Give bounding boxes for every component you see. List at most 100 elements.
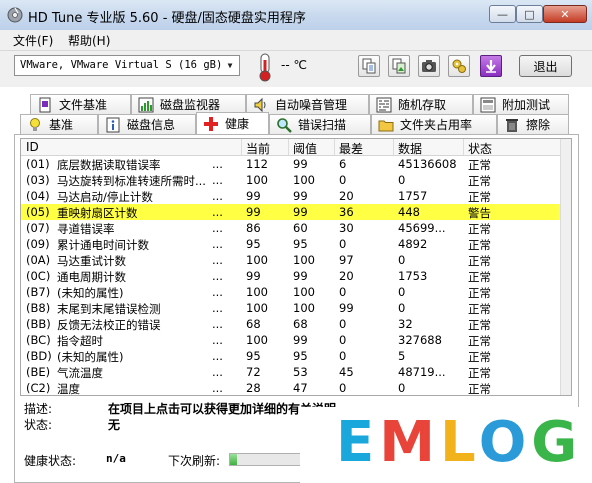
chevron-down-icon[interactable]: ▼ (222, 57, 238, 74)
attr-name: 气流温度 (57, 366, 103, 380)
window-title: HD Tune 专业版 5.60 - 硬盘/固态硬盘实用程序 (28, 11, 306, 26)
table-row[interactable]: (0C) 通电周期计数 ... 99 99 20 1753 正常 (21, 268, 561, 284)
table-scrollbar[interactable] (560, 139, 571, 395)
table-row[interactable]: (B7) (未知的属性) ... 100 100 0 0 正常 (21, 284, 561, 300)
column-header-data[interactable]: 数据 (398, 140, 422, 157)
attr-data: 0 (398, 173, 406, 187)
column-divider (393, 139, 394, 155)
health-status-label: 健康状态: (24, 454, 77, 468)
attr-current: 100 (246, 285, 268, 299)
attr-current: 86 (246, 221, 261, 235)
smart-attributes-table[interactable]: ID 当前 阈值 最差 数据 状态 (01) 底层数据读取错误率 ... 112… (20, 138, 572, 396)
magnifier-icon (277, 117, 292, 133)
table-row[interactable]: (03) 马达旋转到标准转速所需时... ... 100 100 0 0 正常 (21, 172, 561, 188)
attr-more: ... (212, 221, 223, 235)
options-button[interactable] (448, 55, 470, 77)
attr-data: 327688 (398, 333, 442, 347)
attr-status: 正常 (468, 350, 491, 364)
tab-error-scan[interactable]: 错误扫描 (269, 114, 371, 134)
tab-disk-info[interactable]: 磁盘信息 (98, 114, 196, 134)
tab-label: 健康 (225, 117, 250, 131)
attr-data: 32 (398, 317, 413, 331)
tab-health[interactable]: 健康 (196, 112, 269, 134)
attr-threshold: 99 (293, 157, 308, 171)
menu-file[interactable]: 文件(F) (13, 32, 53, 49)
tab-extra-tests[interactable]: 附加测试 (473, 94, 569, 114)
tab-label: 擦除 (526, 118, 551, 132)
title-bar: HD Tune 专业版 5.60 - 硬盘/固态硬盘实用程序 — □ ✕ (0, 0, 592, 31)
info-icon (106, 117, 120, 132)
close-button[interactable]: ✕ (543, 5, 587, 23)
menu-help[interactable]: 帮助(H) (68, 32, 110, 49)
status-label: 状态: (24, 418, 53, 432)
attr-status: 警告 (468, 206, 491, 220)
table-row[interactable]: (C2) 温度 ... 28 47 0 0 正常 (21, 380, 561, 395)
attr-current: 99 (246, 189, 261, 203)
tab-random-access[interactable]: 随机存取 (369, 94, 473, 114)
copy-text-button[interactable] (358, 55, 380, 77)
attr-worst: 0 (339, 349, 347, 363)
maximize-button[interactable]: □ (516, 5, 543, 23)
thermometer-icon (259, 53, 271, 82)
minimize-button[interactable]: — (489, 5, 516, 23)
attr-threshold: 53 (293, 365, 308, 379)
attr-data: 5 (398, 349, 406, 363)
copy-screenshot-button[interactable] (388, 55, 410, 77)
attr-name: 马达启动/停止计数 (57, 190, 153, 204)
attr-threshold: 100 (293, 173, 315, 187)
logo-letter: E (336, 410, 380, 475)
attr-worst: 30 (339, 221, 354, 235)
file-benchmark-icon (39, 97, 51, 112)
tab-aam[interactable]: 自动噪音管理 (246, 94, 369, 114)
column-header-threshold[interactable]: 阈值 (293, 140, 317, 157)
drive-select[interactable]: VMware, VMware Virtual S (16 gB) ▼ (14, 55, 240, 76)
column-divider (288, 139, 289, 155)
logo-letter: L (440, 410, 479, 475)
table-row[interactable]: (04) 马达启动/停止计数 ... 99 99 20 1757 正常 (21, 188, 561, 204)
attr-name: 末尾到末尾错误检测 (57, 302, 161, 316)
table-row-warning[interactable]: (05) 重映射扇区计数 ... 99 99 36 448 警告 (21, 204, 561, 220)
table-row[interactable]: (BE) 气流温度 ... 72 53 45 48719... 正常 (21, 364, 561, 380)
table-row[interactable]: (07) 寻道错误率 ... 86 60 30 45699... 正常 (21, 220, 561, 236)
attr-id: (0A) (26, 253, 51, 267)
attr-threshold: 100 (293, 285, 315, 299)
column-header-id[interactable]: ID (26, 140, 39, 154)
table-row[interactable]: (BC) 指令超时 ... 100 99 0 327688 正常 (21, 332, 561, 348)
logo-letter: G (531, 410, 583, 475)
attr-status: 正常 (468, 302, 491, 316)
emlog-watermark: EMLOG (300, 407, 592, 483)
screenshot-button[interactable] (418, 55, 440, 77)
table-row[interactable]: (09) 累计通电时间计数 ... 95 95 0 4892 正常 (21, 236, 561, 252)
attr-name: 马达旋转到标准转速所需时... (57, 174, 206, 188)
attr-name: 底层数据读取错误率 (57, 158, 161, 172)
column-header-current[interactable]: 当前 (246, 140, 270, 157)
attr-current: 100 (246, 173, 268, 187)
tab-label: 文件基准 (59, 98, 108, 112)
attr-id: (07) (26, 221, 50, 235)
attr-worst: 36 (339, 205, 354, 219)
tab-erase[interactable]: 擦除 (497, 114, 569, 134)
exit-button[interactable]: 退出 (519, 55, 572, 77)
save-button[interactable] (480, 55, 502, 77)
tab-file-benchmark[interactable]: 文件基准 (30, 94, 131, 114)
arrow-down-icon (486, 60, 496, 73)
copy-image-icon (392, 58, 406, 74)
status-value: 无 (108, 418, 121, 432)
tab-folder-usage[interactable]: 文件夹占用率 (371, 114, 497, 134)
table-row[interactable]: (0A) 马达重试计数 ... 100 100 97 0 正常 (21, 252, 561, 268)
attr-current: 112 (246, 157, 268, 171)
attr-status: 正常 (468, 318, 491, 332)
column-header-status[interactable]: 状态 (468, 140, 492, 157)
attr-threshold: 95 (293, 237, 308, 251)
attr-threshold: 100 (293, 253, 315, 267)
tab-benchmark[interactable]: 基准 (20, 114, 98, 134)
table-row[interactable]: (B8) 末尾到末尾错误检测 ... 100 100 99 0 正常 (21, 300, 561, 316)
table-row[interactable]: (BB) 反馈无法校正的错误 ... 68 68 0 32 正常 (21, 316, 561, 332)
tab-disk-monitor[interactable]: 磁盘监视器 (131, 94, 246, 114)
table-row[interactable]: (BD) (未知的属性) ... 95 95 0 5 正常 (21, 348, 561, 364)
tab-label: 文件夹占用率 (400, 118, 473, 132)
temperature-readout: -- ℃ (281, 58, 307, 72)
attr-current: 99 (246, 205, 261, 219)
column-header-worst[interactable]: 最差 (339, 140, 363, 157)
table-row[interactable]: (01) 底层数据读取错误率 ... 112 99 6 45136608 正常 (21, 156, 561, 172)
